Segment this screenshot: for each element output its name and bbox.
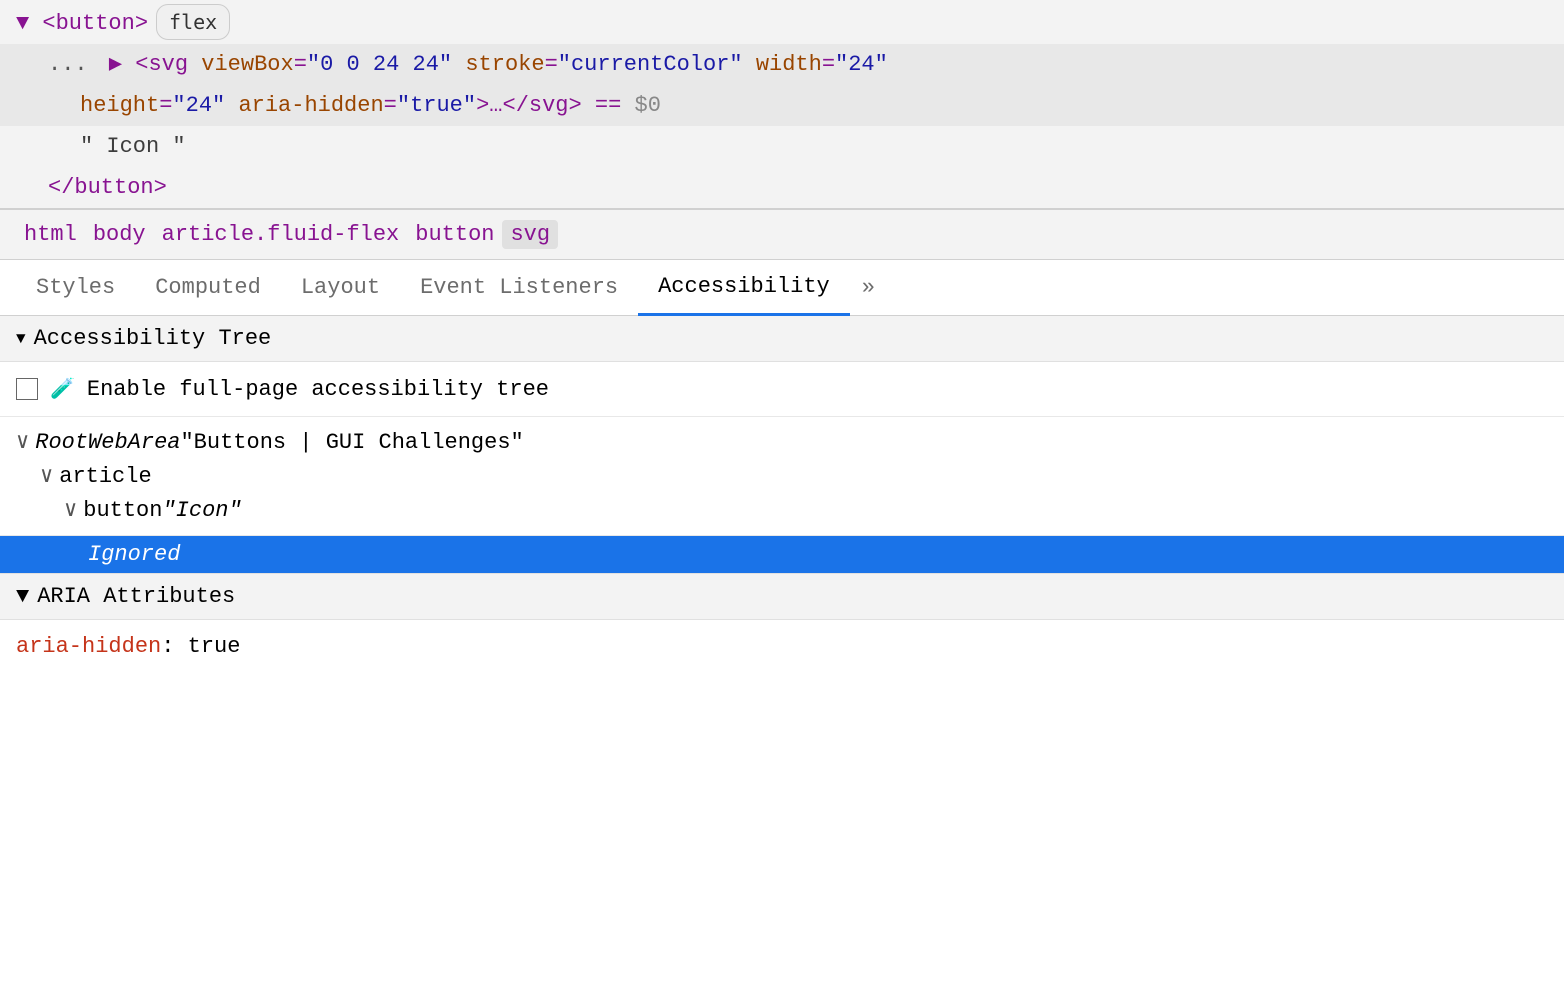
dom-line-text[interactable]: " Icon " — [0, 126, 1564, 167]
button-name-value: "Icon" — [162, 498, 241, 523]
breadcrumb-body[interactable]: body — [85, 220, 154, 249]
triangle-icon: ▼ — [16, 11, 42, 36]
chevron-icon: ∨ — [16, 429, 29, 455]
tag-bracket-open: < — [135, 52, 148, 77]
tag-name-button: button — [56, 11, 135, 36]
tree-row-rootwebarea[interactable]: ∨ RootWebArea "Buttons | GUI Challenges" — [16, 425, 1548, 459]
flask-icon: 🧪 — [50, 376, 75, 402]
attr-height: height — [80, 93, 159, 118]
text-node: " Icon " — [80, 134, 186, 159]
chevron-icon: ∨ — [64, 497, 77, 523]
attr-viewbox: viewBox — [201, 52, 293, 77]
triangle-down-icon: ▼ — [16, 584, 29, 609]
tab-styles[interactable]: Styles — [16, 261, 135, 316]
dom-line-svg-cont[interactable]: height="24" aria-hidden="true">…</svg> =… — [0, 85, 1564, 126]
tab-more[interactable]: » — [850, 261, 887, 316]
aria-colon: : — [161, 634, 187, 659]
enable-checkbox-row[interactable]: 🧪 Enable full-page accessibility tree — [0, 362, 1564, 417]
accessibility-tree-label: Accessibility Tree — [34, 326, 272, 351]
tree-content: ∨ RootWebArea "Buttons | GUI Challenges"… — [0, 417, 1564, 536]
breadcrumb-button[interactable]: button — [407, 220, 502, 249]
ignored-label: Ignored — [88, 542, 180, 567]
tree-row-button[interactable]: ∨ button "Icon" — [16, 493, 1548, 527]
tab-accessibility[interactable]: Accessibility — [638, 260, 850, 316]
tag-close-end: > — [154, 175, 167, 200]
rootwebarea-value: "Buttons | GUI Challenges" — [180, 430, 523, 455]
enable-checkbox-label: Enable full-page accessibility tree — [87, 377, 549, 402]
triangle-down-icon: ▼ — [16, 330, 26, 348]
flex-badge: flex — [156, 4, 230, 40]
aria-content: aria-hidden: true — [0, 620, 1564, 673]
dom-line-button-open[interactable]: ▼ <button> flex — [0, 0, 1564, 44]
tab-event-listeners[interactable]: Event Listeners — [400, 261, 638, 316]
aria-attr-name: aria-hidden — [16, 634, 161, 659]
attr-width: width — [756, 52, 822, 77]
tag-close-name: button — [74, 175, 153, 200]
dots-icon: ... — [48, 52, 101, 77]
attr-aria-hidden-val: "true" — [397, 93, 476, 118]
dom-line-button-close[interactable]: </button> — [0, 167, 1564, 208]
tag-bracket-open: < — [42, 11, 55, 36]
svg-end: >…</svg> — [476, 93, 582, 118]
tree-row-article[interactable]: ∨ article — [16, 459, 1548, 493]
breadcrumb-bar: html body article.fluid-flex button svg — [0, 209, 1564, 260]
breadcrumb-svg[interactable]: svg — [502, 220, 558, 249]
button-label: button — [83, 498, 162, 523]
rootwebarea-label: RootWebArea — [35, 430, 180, 455]
aria-section-label: ARIA Attributes — [37, 584, 235, 609]
article-label: article — [59, 464, 151, 489]
main-content: ▼ Accessibility Tree 🧪 Enable full-page … — [0, 316, 1564, 673]
tabs-bar: Styles Computed Layout Event Listeners A… — [0, 260, 1564, 316]
chevron-icon: ∨ — [40, 463, 53, 489]
dollar-zero: $0 — [635, 93, 661, 118]
tag-name-svg: svg — [148, 52, 188, 77]
attr-stroke-val: "currentColor" — [558, 52, 743, 77]
attr-viewbox-val: "0 0 24 24" — [307, 52, 452, 77]
tree-row-ignored[interactable]: Ignored — [0, 536, 1564, 573]
triangle-icon: ▶ — [109, 52, 135, 77]
aria-attributes-header: ▼ ARIA Attributes — [0, 573, 1564, 620]
tag-bracket-close: > — [135, 11, 148, 36]
enable-checkbox[interactable] — [16, 378, 38, 400]
attr-width-val: "24" — [835, 52, 888, 77]
attr-height-val: "24" — [172, 93, 225, 118]
breadcrumb-article[interactable]: article.fluid-flex — [154, 220, 408, 249]
tag-close-bracket: </ — [48, 175, 74, 200]
aria-attr-value: true — [188, 634, 241, 659]
dom-inspector: ▼ <button>flex ... ▶ <svg viewBox="0 0 2… — [0, 0, 1564, 209]
attr-aria-hidden: aria-hidden — [238, 93, 383, 118]
tab-layout[interactable]: Layout — [281, 261, 400, 316]
breadcrumb-html[interactable]: html — [16, 220, 85, 249]
attr-stroke: stroke — [465, 52, 544, 77]
accessibility-tree-header: ▼ Accessibility Tree — [0, 316, 1564, 362]
tab-computed[interactable]: Computed — [135, 261, 281, 316]
dom-line-svg[interactable]: ... ▶ <svg viewBox="0 0 24 24" stroke="c… — [0, 44, 1564, 85]
